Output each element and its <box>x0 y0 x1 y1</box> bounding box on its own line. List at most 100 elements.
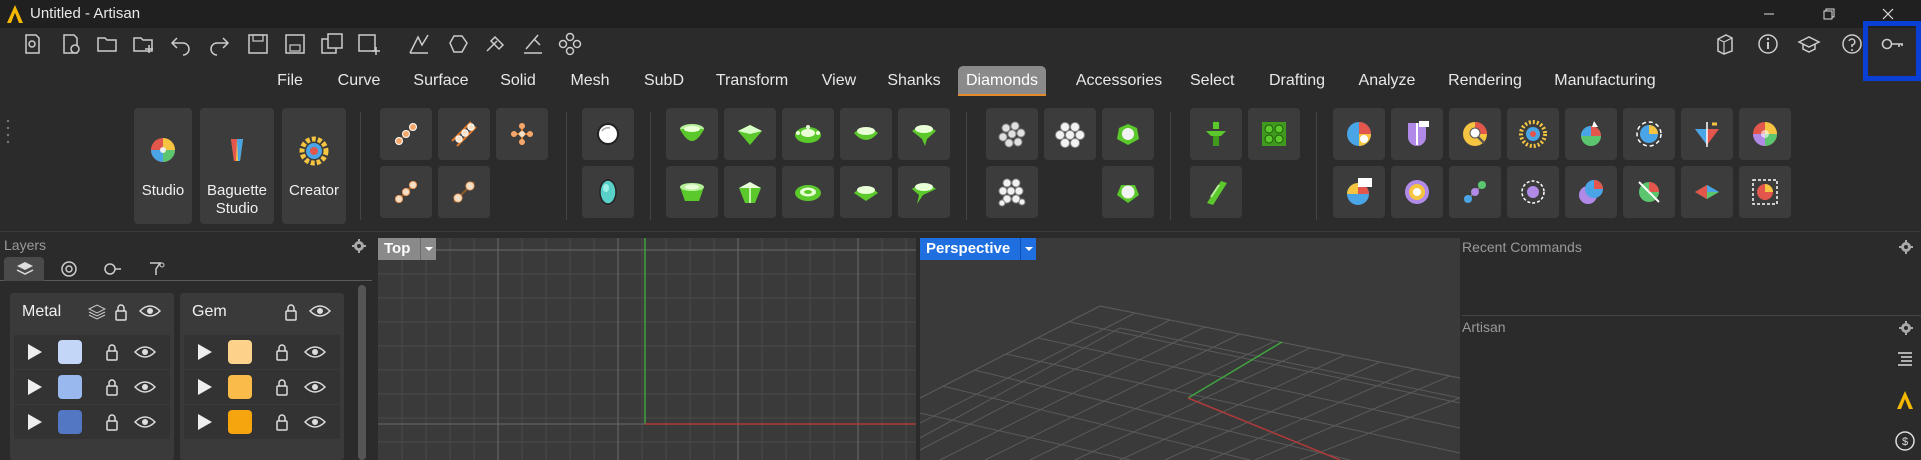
metal-layer-row[interactable] <box>10 370 174 404</box>
play-icon[interactable] <box>27 378 43 396</box>
creator-button[interactable]: Creator <box>282 108 346 224</box>
gem-inspect-button[interactable] <box>1449 108 1501 160</box>
pave-spacing-button[interactable] <box>438 166 490 218</box>
gem-flip-button[interactable] <box>1681 108 1733 160</box>
play-icon[interactable] <box>197 378 213 396</box>
metal-swatch-3[interactable] <box>58 410 82 434</box>
materials-tab[interactable] <box>48 257 88 281</box>
gem-swatch-1[interactable] <box>228 340 252 364</box>
channel-button[interactable] <box>1190 166 1242 218</box>
cushion-setting-button[interactable] <box>840 108 892 160</box>
pave-field-button[interactable] <box>986 166 1038 218</box>
lock-icon[interactable] <box>105 378 119 396</box>
eye-icon[interactable] <box>309 303 331 319</box>
save-as-button[interactable] <box>282 31 308 57</box>
layers-settings-gear-icon[interactable] <box>352 239 366 253</box>
play-icon[interactable] <box>27 343 43 361</box>
menu-rendering[interactable]: Rendering <box>1448 66 1522 96</box>
open-recent-button[interactable] <box>19 31 45 57</box>
layer-stack-icon[interactable] <box>88 304 106 320</box>
gem-layer-button[interactable] <box>1565 166 1617 218</box>
layers-tab[interactable] <box>4 257 44 281</box>
menu-analyze[interactable]: Analyze <box>1358 66 1416 96</box>
gem-rings-button[interactable] <box>1391 166 1443 218</box>
minimize-button[interactable] <box>1746 2 1792 26</box>
gem-layer-row[interactable] <box>180 370 344 404</box>
menu-mesh[interactable]: Mesh <box>569 66 611 96</box>
gem-spectrum-button[interactable] <box>1507 108 1559 160</box>
play-icon[interactable] <box>27 413 43 431</box>
save-button[interactable] <box>245 31 271 57</box>
menu-select[interactable]: Select <box>1190 66 1234 96</box>
pave-rail-button[interactable] <box>438 108 490 160</box>
polygon-tool-button[interactable] <box>446 31 472 57</box>
layers-scrollbar[interactable] <box>358 285 366 460</box>
eye-icon[interactable] <box>304 379 326 395</box>
lock-icon[interactable] <box>114 303 128 321</box>
menu-drafting[interactable]: Drafting <box>1265 66 1329 96</box>
menu-file[interactable]: File <box>273 66 307 96</box>
recent-settings-gear-icon[interactable] <box>1899 240 1913 254</box>
cutter-button[interactable] <box>1190 108 1242 160</box>
gem-outline-button[interactable] <box>1507 166 1559 218</box>
gem-layer-row[interactable] <box>180 335 344 369</box>
history-button[interactable] <box>58 31 84 57</box>
artisan-logo-icon[interactable] <box>1896 390 1914 410</box>
eye-icon[interactable] <box>134 414 156 430</box>
metal-layer-row[interactable] <box>10 335 174 369</box>
top-viewport-dropdown[interactable] <box>420 238 436 260</box>
oval-gem-button[interactable] <box>582 166 634 218</box>
play-icon[interactable] <box>197 413 213 431</box>
eye-icon[interactable] <box>134 379 156 395</box>
lock-icon[interactable] <box>284 303 298 321</box>
gem-color-button[interactable] <box>1739 108 1791 160</box>
open-folder-button[interactable] <box>95 31 121 57</box>
lock-icon[interactable] <box>275 343 289 361</box>
lock-icon[interactable] <box>275 378 289 396</box>
perspective-viewport-label[interactable]: Perspective <box>920 238 1020 260</box>
prong-setting-button[interactable] <box>724 108 776 160</box>
curve-tool-button[interactable] <box>406 31 432 57</box>
menu-transform[interactable]: Transform <box>714 66 790 96</box>
lock-icon[interactable] <box>275 413 289 431</box>
tube-setting-button[interactable] <box>782 166 834 218</box>
gem-rotate-button[interactable] <box>1623 108 1675 160</box>
gem-swatch-3[interactable] <box>228 410 252 434</box>
edit-curve-button[interactable] <box>520 31 546 57</box>
studio-button[interactable]: Studio <box>134 108 192 224</box>
eye-icon[interactable] <box>139 303 161 319</box>
pave-line-button[interactable] <box>380 108 432 160</box>
gem-chain-button[interactable] <box>1449 166 1501 218</box>
bezel-setting-button[interactable] <box>666 108 718 160</box>
metal-swatch-1[interactable] <box>58 340 82 364</box>
artisan-settings-gear-icon[interactable] <box>1899 321 1913 335</box>
halo-setting-button[interactable] <box>782 108 834 160</box>
menu-view[interactable]: View <box>819 66 859 96</box>
info-button[interactable] <box>1755 31 1781 57</box>
cluster-setting-button[interactable] <box>840 166 892 218</box>
outline-list-icon[interactable] <box>1896 350 1914 368</box>
gem-matrix-button[interactable] <box>1248 108 1300 160</box>
pave-curve-button[interactable] <box>380 166 432 218</box>
menu-curve[interactable]: Curve <box>336 66 382 96</box>
gem-swatch-2[interactable] <box>228 375 252 399</box>
lock-icon[interactable] <box>105 413 119 431</box>
pricing-icon[interactable]: $ <box>1894 430 1916 452</box>
save-add-button[interactable] <box>356 31 382 57</box>
metal-swatch-2[interactable] <box>58 375 82 399</box>
gem-slice-button[interactable] <box>1681 166 1733 218</box>
perspective-viewport-dropdown[interactable] <box>1020 238 1036 260</box>
menu-solid[interactable]: Solid <box>498 66 538 96</box>
gem-prongs-button[interactable] <box>1102 166 1154 218</box>
gem-layer-row[interactable] <box>180 405 344 439</box>
gem-align-button[interactable] <box>1623 166 1675 218</box>
help-button[interactable] <box>1839 31 1865 57</box>
cathedral-setting-button[interactable] <box>898 108 950 160</box>
menu-shanks[interactable]: Shanks <box>887 66 941 96</box>
menu-surface[interactable]: Surface <box>410 66 472 96</box>
gumball-button[interactable] <box>557 31 583 57</box>
gem-cube-button[interactable] <box>1712 31 1738 57</box>
gem-version-button[interactable] <box>1333 166 1385 218</box>
metal-layer-row[interactable] <box>10 405 174 439</box>
eye-icon[interactable] <box>304 414 326 430</box>
